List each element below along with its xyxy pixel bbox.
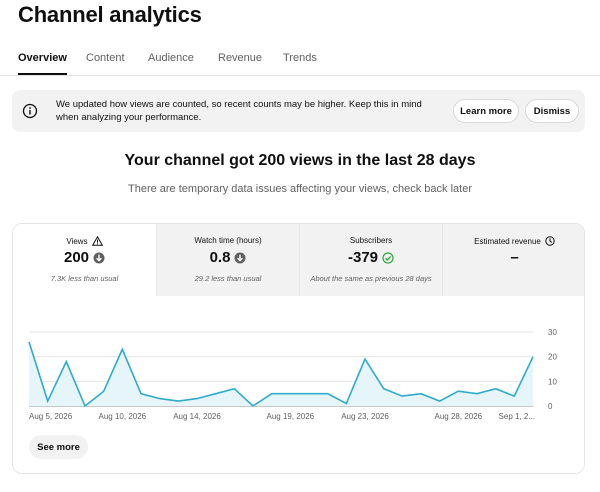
data-point[interactable]	[233, 387, 236, 390]
data-point[interactable]	[345, 402, 348, 405]
x-tick-label: Sep 1, 2...	[499, 412, 535, 421]
see-more-button[interactable]: See more	[29, 435, 88, 459]
x-tick-label: Aug 23, 2026	[341, 412, 389, 421]
metric-estimated-revenue[interactable]: Estimated revenue –	[442, 224, 584, 296]
data-point[interactable]	[46, 399, 49, 402]
data-point[interactable]	[27, 340, 30, 343]
notice-text: We updated how views are counted, so rec…	[56, 99, 422, 123]
tab-audience[interactable]: Audience	[148, 52, 194, 73]
metric-subscribers[interactable]: Subscribers -379 About the same as previ…	[299, 224, 442, 296]
tab-content[interactable]: Content	[86, 52, 125, 73]
x-tick-label: Aug 14, 2026	[173, 412, 221, 421]
data-point[interactable]	[139, 392, 142, 395]
warning-icon	[91, 236, 103, 246]
data-point[interactable]	[401, 395, 404, 398]
info-icon	[22, 103, 38, 119]
data-point[interactable]	[326, 392, 329, 395]
data-point[interactable]	[102, 390, 105, 393]
tab-bar: Overview Content Audience Revenue Trends	[0, 44, 600, 76]
data-point[interactable]	[457, 390, 460, 393]
tab-revenue[interactable]: Revenue	[218, 52, 262, 73]
data-point[interactable]	[382, 387, 385, 390]
learn-more-button[interactable]: Learn more	[453, 99, 519, 123]
down-arrow-icon	[93, 252, 105, 263]
data-point[interactable]	[214, 392, 217, 395]
data-point[interactable]	[513, 395, 516, 398]
x-tick-label: Aug 10, 2026	[99, 412, 147, 421]
tab-overview[interactable]: Overview	[18, 52, 67, 75]
down-arrow-icon	[234, 252, 246, 263]
data-point[interactable]	[251, 404, 254, 407]
x-tick-label: Aug 28, 2026	[435, 412, 483, 421]
y-tick-label: 30	[548, 328, 557, 337]
metric-watch-time[interactable]: Watch time (hours) 0.8 29.2 less than us…	[156, 224, 299, 296]
check-circle-icon	[382, 251, 394, 264]
metric-label: Views	[66, 236, 88, 246]
metric-note: 7.3K less than usual	[50, 274, 119, 283]
metric-value: 200	[63, 249, 90, 266]
data-point[interactable]	[494, 387, 497, 390]
data-point[interactable]	[177, 399, 180, 402]
data-point[interactable]	[195, 397, 198, 400]
x-tick-label: Aug 19, 2026	[267, 412, 315, 421]
metric-views[interactable]: Views 200 7.3K less than usual	[13, 224, 156, 296]
y-tick-label: 20	[548, 353, 557, 362]
summary-subline: There are temporary data issues affectin…	[127, 183, 472, 195]
tab-trends[interactable]: Trends	[283, 52, 317, 73]
data-point[interactable]	[83, 404, 86, 407]
y-tick-label: 10	[548, 377, 557, 386]
metric-label: Estimated revenue	[474, 236, 541, 246]
data-point[interactable]	[270, 392, 273, 395]
data-point[interactable]	[158, 397, 161, 400]
summary-headline: Your channel got 200 views in the last 2…	[124, 152, 476, 169]
data-point[interactable]	[419, 392, 422, 395]
metric-value: 0.8	[209, 249, 231, 266]
data-point[interactable]	[307, 392, 310, 395]
data-point[interactable]	[65, 360, 68, 363]
x-tick-label: Aug 5, 2026	[29, 412, 73, 421]
data-point[interactable]	[289, 392, 292, 395]
data-point[interactable]	[531, 355, 534, 358]
metric-value: –	[510, 249, 519, 266]
metric-label: Watch time (hours)	[194, 236, 262, 245]
page-title: Channel analytics	[18, 2, 202, 27]
notice-banner: We updated how views are counted, so rec…	[12, 90, 585, 132]
metric-label: Subscribers	[349, 236, 393, 245]
analytics-card: Views 200 7.3K less than usual Watch tim…	[12, 223, 585, 474]
data-point[interactable]	[121, 348, 124, 351]
metric-note: 29.2 less than usual	[194, 274, 262, 283]
data-point[interactable]	[438, 399, 441, 402]
y-tick-label: 0	[548, 402, 553, 411]
data-point[interactable]	[475, 392, 478, 395]
data-point[interactable]	[363, 358, 366, 361]
chart-area	[29, 341, 533, 406]
metric-value: -379	[347, 249, 379, 266]
clock-icon	[545, 236, 555, 246]
views-chart: 0 10 20 30 Aug 5, 2026 Aug 10, 2026 Aug 14, 2…	[27, 328, 557, 421]
dismiss-button[interactable]: Dismiss	[525, 99, 579, 123]
metric-note: About the same as previous 28 days	[310, 274, 432, 283]
